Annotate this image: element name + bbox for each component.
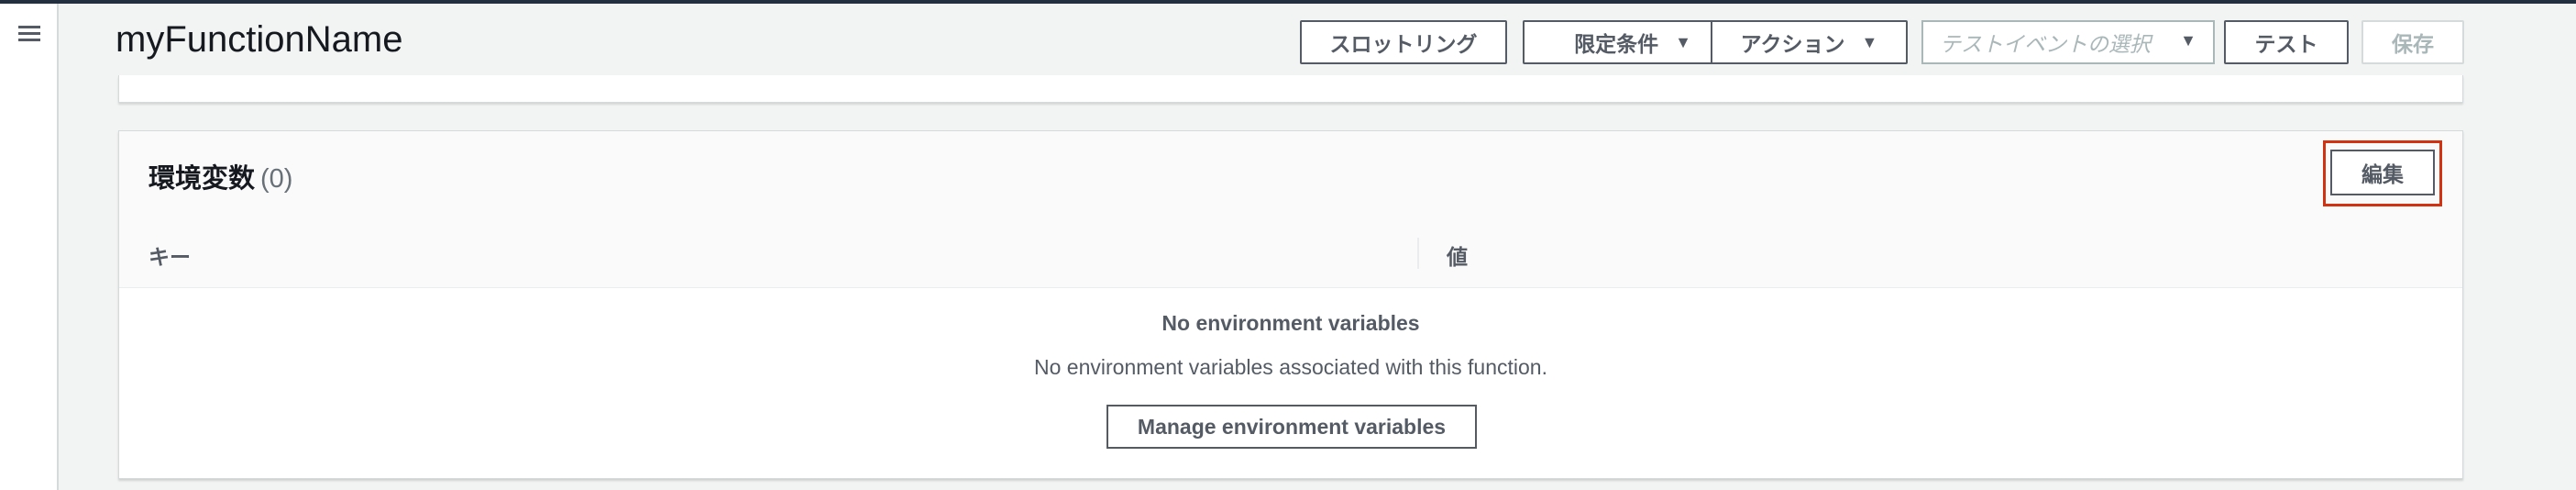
empty-state-title: No environment variables [1161, 311, 1420, 335]
caret-down-icon: ▼ [1675, 32, 1691, 51]
variable-count: (0) [260, 164, 293, 194]
test-event-select[interactable]: テストイベントの選択 ▼ [1921, 20, 2215, 64]
panel-title-text: 環境変数 [149, 164, 256, 194]
caret-down-icon: ▼ [2180, 31, 2196, 50]
throttling-button-label: スロットリング [1329, 32, 1478, 56]
table-header: キー 値 [119, 217, 2462, 288]
edit-button-label: 編集 [2361, 162, 2404, 186]
caret-down-icon: ▼ [1861, 32, 1878, 51]
edit-button[interactable]: 編集 [2330, 150, 2435, 195]
test-event-placeholder: テストイベントの選択 [1940, 32, 2151, 56]
column-divider [1417, 238, 1419, 269]
qualifiers-dropdown-button[interactable]: 限定条件 ▼ [1523, 20, 1743, 64]
previous-panel-bottom [118, 75, 2463, 103]
function-header: myFunctionName スロットリング 限定条件 ▼ アクション ▼ テス… [61, 4, 2576, 75]
manage-environment-variables-button[interactable]: Manage environment variables [1106, 405, 1477, 449]
environment-variables-panel: 環境変数 (0) 編集 キー 値 No environment variables… [118, 130, 2463, 479]
test-button-label: テスト [2254, 32, 2318, 56]
manage-button-label: Manage environment variables [1137, 414, 1447, 439]
save-button[interactable]: 保存 [2361, 20, 2464, 64]
actions-button-label: アクション [1740, 32, 1845, 56]
hamburger-menu-icon[interactable] [18, 26, 40, 42]
empty-state-description: No environment variables associated with… [1034, 355, 1547, 379]
actions-dropdown-button[interactable]: アクション ▼ [1711, 20, 1908, 64]
save-button-label: 保存 [2392, 32, 2434, 56]
function-name-title: myFunctionName [116, 19, 403, 60]
column-header-key: キー [149, 245, 191, 269]
panel-header: 環境変数 (0) 編集 [119, 131, 2462, 218]
panel-title: 環境変数 (0) [149, 157, 292, 195]
qualifiers-button-label: 限定条件 [1574, 32, 1659, 56]
throttling-button[interactable]: スロットリング [1300, 20, 1507, 64]
column-header-value: 値 [1447, 245, 1468, 269]
left-rail [0, 4, 59, 490]
test-button[interactable]: テスト [2224, 20, 2349, 64]
